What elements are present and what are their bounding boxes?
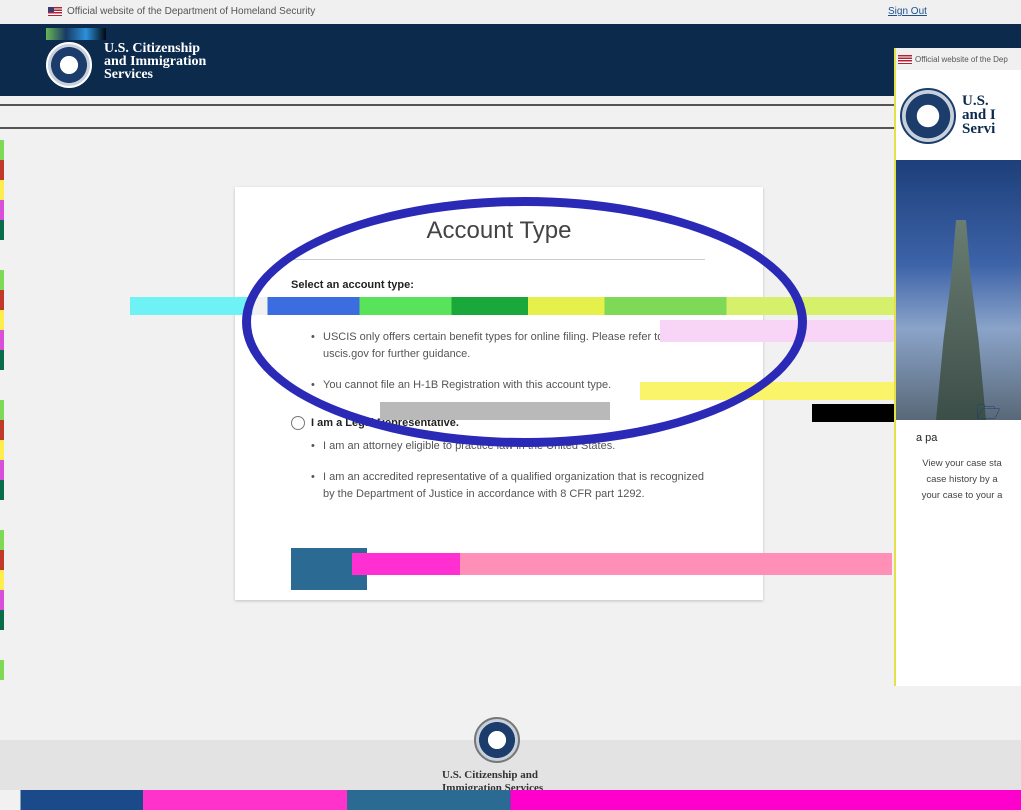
highlight-ellipse — [242, 197, 807, 447]
legal-representative-radio[interactable] — [291, 416, 305, 430]
sign-out-link[interactable]: Sign Out — [888, 6, 927, 17]
popup-brand: U.S. and I Servi — [962, 93, 996, 137]
popup-brand-line-3: Servi — [962, 121, 996, 137]
site-header: U.S. Citizenship and Immigration Service… — [0, 24, 1021, 96]
popup-official-banner: Official website of the Dep — [896, 48, 1021, 70]
footer-line-1: U.S. Citizenship and — [442, 769, 538, 781]
legal-representative-details: I am an attorney eligible to practice la… — [311, 438, 711, 517]
dhs-seal-icon — [474, 717, 520, 763]
glitch-band — [0, 790, 1021, 810]
popup-text-line-2: case history by a — [926, 474, 998, 485]
left-glitch-strip — [0, 140, 4, 680]
glitch-band — [292, 553, 892, 575]
popup-brand-line-2: and I — [962, 107, 996, 123]
us-flag-icon — [898, 55, 912, 64]
popup-brand-line-1: U.S. — [962, 93, 989, 109]
brand-line-3: Services — [104, 67, 153, 82]
option-bullet: I am an accredited representative of a q… — [311, 469, 711, 503]
subheader-divider — [0, 127, 1021, 129]
us-flag-icon — [48, 7, 62, 16]
statue-of-liberty-image — [896, 160, 1021, 420]
popup-card-text: View your case sta case history by a you… — [896, 456, 1021, 504]
header-divider — [0, 104, 1021, 106]
popup-card-label: a pa — [916, 432, 938, 444]
official-website-text: Official website of the Department of Ho… — [67, 6, 316, 17]
dhs-seal-icon — [900, 88, 956, 144]
official-banner: Official website of the Department of Ho… — [0, 0, 1021, 24]
popup-official-text: Official website of the Dep — [915, 55, 1008, 64]
popup-text-line-3: your case to your a — [921, 490, 1003, 501]
popup-header: U.S. and I Servi — [896, 70, 1021, 160]
folder-icon: 🗁 — [976, 402, 1001, 424]
header-glitch — [46, 28, 106, 40]
glitch-band — [812, 404, 894, 422]
side-preview-window[interactable]: Official website of the Dep U.S. and I S… — [894, 48, 1021, 770]
popup-text-line-1: View your case sta — [922, 458, 1002, 469]
dhs-seal-icon[interactable] — [46, 42, 92, 88]
agency-brand[interactable]: U.S. Citizenship and Immigration Service… — [104, 42, 206, 82]
statue-shape — [936, 220, 986, 420]
